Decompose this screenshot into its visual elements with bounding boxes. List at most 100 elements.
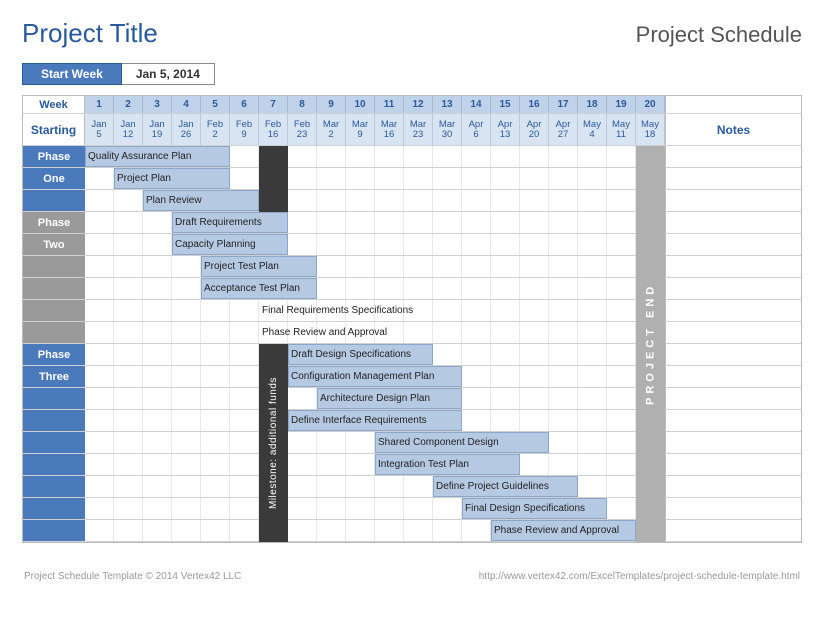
- week-number: 18: [578, 96, 607, 113]
- project-end-bar: PROJECT END: [636, 146, 665, 542]
- gantt-bar[interactable]: Phase Review and Approval: [491, 520, 636, 541]
- notes-cell[interactable]: [665, 410, 801, 431]
- notes-cell[interactable]: [665, 498, 801, 519]
- week-number: 4: [172, 96, 201, 113]
- notes-cell[interactable]: [665, 212, 801, 233]
- week-number: 19: [607, 96, 636, 113]
- notes-cell[interactable]: [665, 476, 801, 497]
- notes-cell[interactable]: [665, 168, 801, 189]
- table-row: Final Design Specifications: [23, 498, 801, 520]
- table-row: Acceptance Test Plan: [23, 278, 801, 300]
- table-row: Phase Review and Approval: [23, 322, 801, 344]
- week-date: Jan26: [172, 114, 201, 145]
- gantt-bar[interactable]: Define Interface Requirements: [288, 410, 462, 431]
- phase-label: Two: [23, 234, 85, 255]
- phase-spacer: [23, 498, 85, 519]
- milestone-bar-top: [259, 146, 288, 212]
- week-date: May4: [578, 114, 607, 145]
- table-row: One Project Plan: [23, 168, 801, 190]
- gantt-bar[interactable]: Capacity Planning: [172, 234, 288, 255]
- phase-spacer: [23, 520, 85, 541]
- table-row: Phase Draft Requirements: [23, 212, 801, 234]
- page-title: Project Title: [22, 18, 158, 49]
- table-row: Phase Review and Approval: [23, 520, 801, 542]
- week-date: May18: [636, 114, 665, 145]
- gantt-bar[interactable]: Acceptance Test Plan: [201, 278, 317, 299]
- gantt-bar[interactable]: Draft Design Specifications: [288, 344, 433, 365]
- schedule-table: Week 1234567891011121314151617181920 Sta…: [22, 95, 802, 543]
- week-date: Mar16: [375, 114, 404, 145]
- week-number: 1: [85, 96, 114, 113]
- week-date: Mar23: [404, 114, 433, 145]
- notes-cell[interactable]: [665, 278, 801, 299]
- week-date: Mar30: [433, 114, 462, 145]
- week-date: Jan19: [143, 114, 172, 145]
- week-number: 3: [143, 96, 172, 113]
- week-date: Feb9: [230, 114, 259, 145]
- phase-label: One: [23, 168, 85, 189]
- table-row: Architecture Design Plan: [23, 388, 801, 410]
- week-date: Apr13: [491, 114, 520, 145]
- phase-spacer: [23, 278, 85, 299]
- gantt-bar[interactable]: Project Plan: [114, 168, 230, 189]
- phase-spacer: [23, 322, 85, 343]
- phase-label: Phase: [23, 212, 85, 233]
- notes-cell[interactable]: [665, 432, 801, 453]
- table-row: Define Project Guidelines: [23, 476, 801, 498]
- notes-cell[interactable]: [665, 234, 801, 255]
- notes-cell[interactable]: [665, 256, 801, 277]
- week-date: Apr6: [462, 114, 491, 145]
- gantt-bar[interactable]: Architecture Design Plan: [317, 388, 462, 409]
- week-date: May11: [607, 114, 636, 145]
- week-number: 17: [549, 96, 578, 113]
- notes-cell[interactable]: [665, 388, 801, 409]
- header-week-label: Week: [23, 96, 85, 113]
- week-date: Feb16: [259, 114, 288, 145]
- notes-cell[interactable]: [665, 520, 801, 541]
- phase-label: Three: [23, 366, 85, 387]
- notes-cell[interactable]: [665, 322, 801, 343]
- phase-spacer: [23, 388, 85, 409]
- startweek-input[interactable]: Jan 5, 2014: [122, 63, 215, 85]
- milestone-bar: Milestone: additional funds: [259, 344, 288, 542]
- gantt-bar[interactable]: Project Test Plan: [201, 256, 317, 277]
- week-number: 5: [201, 96, 230, 113]
- table-row: PhaseQuality Assurance Plan: [23, 146, 801, 168]
- gantt-bar[interactable]: Final Design Specifications: [462, 498, 607, 519]
- gantt-bar[interactable]: Shared Component Design: [375, 432, 549, 453]
- notes-cell[interactable]: [665, 366, 801, 387]
- notes-cell[interactable]: [665, 454, 801, 475]
- gantt-bar[interactable]: Configuration Management Plan: [288, 366, 462, 387]
- table-row: Final Requirements Specifications: [23, 300, 801, 322]
- week-date: Mar2: [317, 114, 346, 145]
- week-date: Mar9: [346, 114, 375, 145]
- notes-cell[interactable]: [665, 300, 801, 321]
- gantt-bar[interactable]: Define Project Guidelines: [433, 476, 578, 497]
- gantt-bar[interactable]: Plan Review: [143, 190, 259, 211]
- week-number: 7: [259, 96, 288, 113]
- gantt-bar[interactable]: Final Requirements Specifications: [259, 300, 433, 321]
- gantt-bar[interactable]: Quality Assurance Plan: [85, 146, 230, 167]
- table-row: Integration Test Plan: [23, 454, 801, 476]
- week-number: 14: [462, 96, 491, 113]
- week-date: Jan12: [114, 114, 143, 145]
- header-notes-label: Notes: [665, 114, 801, 145]
- gantt-bar[interactable]: Integration Test Plan: [375, 454, 520, 475]
- notes-cell[interactable]: [665, 344, 801, 365]
- notes-cell[interactable]: [665, 190, 801, 211]
- startweek-label: Start Week: [22, 63, 122, 85]
- footer-right: http://www.vertex42.com/ExcelTemplates/p…: [479, 571, 800, 582]
- table-row: Three Configuration Management Plan: [23, 366, 801, 388]
- week-number: 9: [317, 96, 346, 113]
- week-number: 15: [491, 96, 520, 113]
- week-date: Jan5: [85, 114, 114, 145]
- gantt-bar[interactable]: Draft Requirements: [172, 212, 288, 233]
- footer-left: Project Schedule Template © 2014 Vertex4…: [24, 571, 241, 582]
- phase-spacer: [23, 410, 85, 431]
- week-number: 2: [114, 96, 143, 113]
- phase-spacer: [23, 454, 85, 475]
- week-number: 8: [288, 96, 317, 113]
- notes-cell[interactable]: [665, 146, 801, 167]
- gantt-bar[interactable]: Phase Review and Approval: [259, 322, 404, 343]
- week-number: 16: [520, 96, 549, 113]
